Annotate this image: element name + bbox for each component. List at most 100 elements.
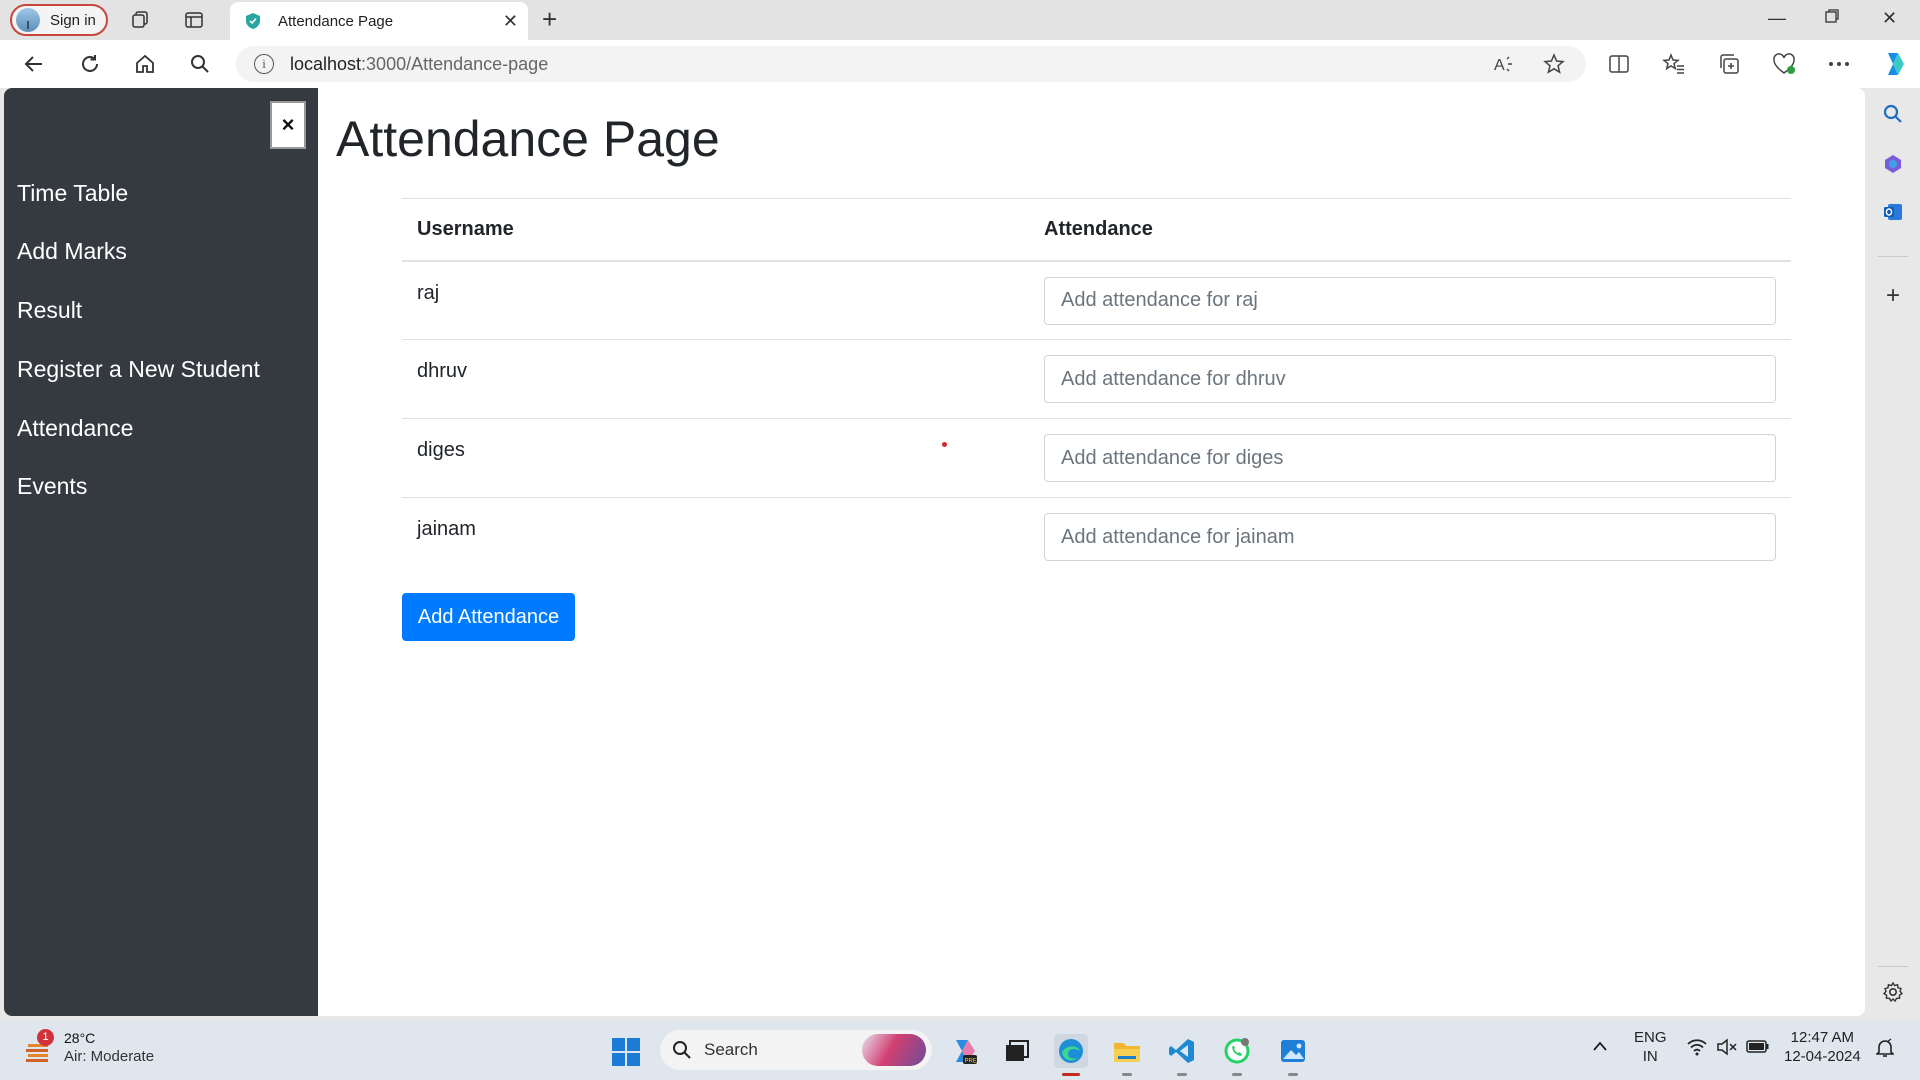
attendance-table: Username Attendance raj dhruv diges — [402, 198, 1791, 577]
copilot-icon[interactable] — [1879, 50, 1907, 78]
page-title: Attendance Page — [336, 111, 720, 167]
language-line2: IN — [1642, 1048, 1658, 1065]
task-view-icon[interactable] — [1000, 1034, 1034, 1068]
table-row: raj — [402, 261, 1791, 340]
read-aloud-icon[interactable]: A — [1492, 52, 1516, 76]
address-bar[interactable]: i localhost:3000/Attendance-page — [236, 46, 1586, 82]
restore-icon[interactable] — [1824, 8, 1840, 29]
outlook-icon[interactable] — [1881, 200, 1905, 224]
weather-desc: Air: Moderate — [64, 1048, 155, 1065]
weather-badge: 1 — [37, 1028, 54, 1046]
attendance-input[interactable] — [1044, 276, 1776, 325]
svg-text:A: A — [1494, 57, 1505, 74]
minimize-icon[interactable]: — — [1768, 8, 1786, 29]
more-options-icon[interactable] — [1827, 52, 1851, 76]
table-header-row: Username Attendance — [402, 198, 1791, 261]
sidebar-item-time-table[interactable]: Time Table — [17, 180, 128, 207]
battery-icon[interactable] — [1746, 1038, 1770, 1059]
cursor-dot — [942, 442, 947, 447]
explorer-running-indicator — [1122, 1073, 1132, 1076]
copilot-preview-app-icon[interactable]: PRE — [946, 1034, 980, 1068]
home-icon[interactable] — [131, 50, 159, 78]
sidebar-divider — [1878, 256, 1908, 257]
attendance-cell — [1029, 498, 1791, 577]
edge-running-indicator — [1062, 1073, 1080, 1076]
back-icon[interactable] — [20, 50, 48, 78]
browser-tab-strip: Sign in Attendance Page ✕ + — ✕ — [0, 0, 1920, 40]
reload-icon[interactable] — [76, 50, 104, 78]
volume-muted-icon[interactable] — [1716, 1038, 1738, 1061]
tab-title: Attendance Page — [278, 12, 394, 30]
sidebar-search-icon[interactable] — [1881, 102, 1905, 126]
sidebar-item-result[interactable]: Result — [17, 297, 82, 324]
column-header-username: Username — [417, 217, 514, 240]
sidebar-item-attendance[interactable]: Attendance — [17, 415, 133, 442]
photos-app-icon[interactable] — [1276, 1034, 1310, 1076]
browser-toolbar: i localhost:3000/Attendance-page A — [0, 40, 1920, 88]
site-info-icon[interactable]: i — [254, 54, 274, 74]
taskbar-search-icon — [673, 1041, 691, 1059]
username-cell: dhruv — [417, 360, 468, 382]
add-attendance-button[interactable]: Add Attendance — [402, 593, 575, 641]
workspaces-icon[interactable] — [128, 8, 152, 32]
search-highlight-art — [862, 1034, 926, 1066]
wifi-icon[interactable] — [1686, 1038, 1708, 1061]
clock-time: 12:47 AM — [1790, 1029, 1855, 1046]
sidebar-item-add-marks[interactable]: Add Marks — [17, 238, 127, 265]
sidebar-close-button[interactable]: × — [270, 101, 306, 149]
file-explorer-icon[interactable] — [1110, 1034, 1144, 1076]
attendance-input[interactable] — [1044, 434, 1776, 482]
photos-running-indicator — [1288, 1073, 1298, 1076]
new-tab-button[interactable]: + — [542, 6, 557, 32]
show-hidden-icons-chevron-icon[interactable] — [1592, 1038, 1608, 1057]
notification-bell-icon[interactable] — [1875, 1038, 1895, 1063]
vertical-tabs-icon[interactable] — [182, 8, 206, 32]
main-content: Attendance Page Username Attendance raj … — [318, 88, 1865, 1016]
tab-attendance-page[interactable]: Attendance Page ✕ — [230, 2, 528, 40]
settings-gear-icon[interactable] — [1881, 980, 1905, 1004]
profile-signin-button[interactable]: Sign in — [10, 4, 108, 36]
collections-icon[interactable] — [1717, 52, 1741, 76]
sidebar-item-register-student[interactable]: Register a New Student — [17, 356, 260, 383]
whatsapp-icon[interactable] — [1220, 1034, 1254, 1076]
attendance-cell — [1029, 261, 1791, 340]
window-close-icon[interactable]: ✕ — [1882, 8, 1897, 29]
clock-date: 12-04-2024 — [1784, 1048, 1861, 1065]
table-row: diges — [402, 419, 1791, 498]
username-cell: raj — [417, 281, 440, 304]
sidebar-item-events[interactable]: Events — [17, 473, 87, 500]
tab-close-icon[interactable]: ✕ — [503, 11, 518, 32]
edge-browser-icon[interactable] — [1054, 1034, 1088, 1076]
windows-start-icon[interactable] — [612, 1038, 640, 1066]
page-viewport: × Time Table Add Marks Result Register a… — [4, 88, 1865, 1016]
username-cell: diges — [417, 439, 465, 461]
windows-taskbar: 1 28°C Air: Moderate Search PRE ENG IN 1… — [0, 1020, 1920, 1080]
column-header-attendance: Attendance — [1044, 217, 1153, 240]
attendance-input[interactable] — [1044, 513, 1776, 561]
search-icon[interactable] — [186, 50, 214, 78]
weather-temp: 28°C — [64, 1030, 96, 1046]
taskbar-search-label: Search — [704, 1040, 758, 1059]
edge-side-panel: + — [1866, 88, 1920, 1014]
sidebar-add-icon[interactable]: + — [1881, 282, 1905, 309]
copilot-sidebar-icon[interactable] — [1881, 152, 1905, 176]
vscode-icon[interactable] — [1165, 1034, 1199, 1076]
clock[interactable]: 12:47 AM 12-04-2024 — [1784, 1028, 1861, 1066]
language-indicator[interactable]: ENG IN — [1634, 1028, 1667, 1066]
favorite-star-icon[interactable] — [1542, 52, 1566, 76]
favorites-icon[interactable] — [1662, 52, 1686, 76]
language-line1: ENG — [1634, 1029, 1667, 1046]
split-screen-icon[interactable] — [1607, 52, 1631, 76]
weather-widget[interactable]: 1 28°C Air: Moderate — [24, 1028, 155, 1067]
weather-icon: 1 — [24, 1028, 54, 1066]
table-row: dhruv — [402, 340, 1791, 419]
profile-avatar-icon — [16, 8, 40, 32]
shield-favicon-icon — [246, 13, 260, 29]
attendance-input[interactable] — [1044, 355, 1776, 403]
svg-text:PRE: PRE — [965, 1059, 977, 1065]
attendance-cell — [1029, 419, 1791, 498]
taskbar-search[interactable]: Search — [660, 1030, 932, 1070]
vscode-running-indicator — [1177, 1073, 1187, 1076]
browser-essentials-icon[interactable] — [1772, 52, 1796, 76]
username-cell: jainam — [417, 518, 476, 540]
